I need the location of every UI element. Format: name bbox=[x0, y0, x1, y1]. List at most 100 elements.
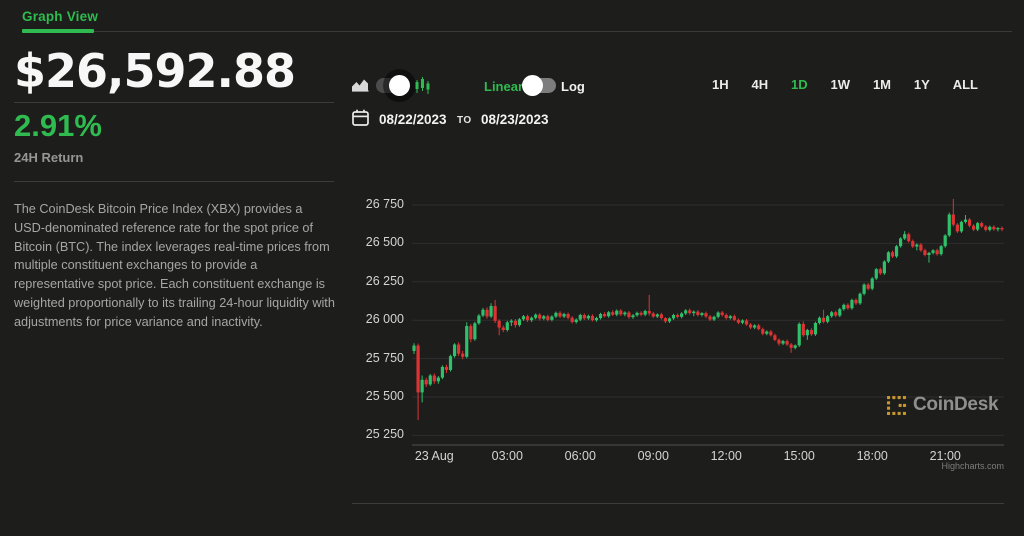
candle-body bbox=[538, 315, 541, 319]
candle-body bbox=[988, 227, 991, 230]
candle-body bbox=[668, 318, 671, 321]
candle-body bbox=[546, 316, 549, 320]
candle-body bbox=[964, 220, 967, 222]
candle-body bbox=[940, 246, 943, 254]
candle-body bbox=[952, 215, 955, 225]
candle-body bbox=[433, 375, 436, 381]
candle-body bbox=[761, 329, 764, 334]
candle-body bbox=[794, 345, 797, 347]
candle-body bbox=[765, 332, 768, 334]
candle-body bbox=[567, 314, 570, 318]
candle-body bbox=[781, 341, 784, 343]
candle-body bbox=[830, 312, 833, 316]
candle-body bbox=[656, 314, 659, 316]
candle-body bbox=[972, 226, 975, 230]
candle-body bbox=[850, 300, 853, 308]
candle-body bbox=[822, 318, 825, 322]
candle-body bbox=[595, 318, 598, 320]
candle-body bbox=[664, 318, 667, 321]
candle-body bbox=[854, 300, 857, 303]
candle-body bbox=[956, 225, 959, 232]
candle-body bbox=[554, 313, 557, 317]
chart-bottom-divider bbox=[352, 503, 1004, 504]
candle-body bbox=[960, 222, 963, 232]
candle-body bbox=[619, 311, 622, 315]
candle-body bbox=[522, 316, 525, 319]
candle-body bbox=[842, 305, 845, 309]
candle-body bbox=[627, 313, 630, 318]
candle-body bbox=[725, 315, 728, 318]
candle-body bbox=[871, 278, 874, 288]
candle-body bbox=[425, 380, 428, 385]
highcharts-credit[interactable]: Highcharts.com bbox=[904, 461, 1004, 471]
candle-body bbox=[688, 310, 691, 313]
candle-body bbox=[708, 317, 711, 320]
candle-body bbox=[449, 356, 452, 370]
candle-body bbox=[818, 318, 821, 323]
candle-body bbox=[777, 340, 780, 344]
candle-body bbox=[445, 367, 448, 370]
candle-body bbox=[907, 234, 910, 241]
x-axis-label: 06:00 bbox=[565, 449, 596, 463]
x-axis-label: 12:00 bbox=[711, 449, 742, 463]
candle-body bbox=[571, 318, 574, 322]
candle-body bbox=[558, 313, 561, 317]
candle-body bbox=[785, 341, 788, 344]
candle-body bbox=[591, 316, 594, 320]
candle-body bbox=[530, 318, 533, 320]
candle-body bbox=[518, 319, 521, 325]
candle-body bbox=[903, 234, 906, 238]
candle-body bbox=[875, 269, 878, 278]
candle-body bbox=[648, 311, 651, 313]
candle-body bbox=[980, 223, 983, 226]
coindesk-graph-view-page: Graph View $26,592.88 2.91% 24H Return T… bbox=[0, 0, 1024, 536]
candle-body bbox=[506, 322, 509, 330]
y-axis-label: 26 750 bbox=[340, 197, 404, 211]
candle-body bbox=[603, 314, 606, 316]
candle-body bbox=[489, 306, 492, 316]
candle-body bbox=[583, 315, 586, 318]
candle-body bbox=[992, 227, 995, 229]
x-axis-label: 09:00 bbox=[638, 449, 669, 463]
candle-body bbox=[769, 332, 772, 336]
candle-body bbox=[607, 312, 610, 316]
candle-body bbox=[858, 294, 861, 304]
candle-body bbox=[891, 252, 894, 256]
x-axis-label: 18:00 bbox=[857, 449, 888, 463]
candle-body bbox=[599, 314, 602, 318]
candle-body bbox=[931, 250, 934, 253]
candle-body bbox=[846, 305, 849, 308]
candle-body bbox=[745, 321, 748, 325]
candle-body bbox=[473, 323, 476, 339]
candle-body bbox=[587, 316, 590, 318]
y-axis-label: 25 250 bbox=[340, 427, 404, 441]
candle-body bbox=[721, 313, 724, 315]
candle-body bbox=[579, 315, 582, 320]
x-axis-label: 23 Aug bbox=[415, 449, 454, 463]
candle-body bbox=[741, 321, 744, 323]
candle-body bbox=[469, 326, 472, 339]
y-axis-label: 25 750 bbox=[340, 351, 404, 365]
candle-body bbox=[911, 241, 914, 246]
coindesk-watermark: CoinDesk bbox=[886, 394, 998, 416]
candle-body bbox=[421, 380, 424, 393]
candle-body bbox=[550, 317, 553, 320]
candle-body bbox=[790, 344, 793, 347]
candle-body bbox=[733, 316, 736, 320]
candle-body bbox=[948, 215, 951, 236]
candle-body bbox=[704, 313, 707, 316]
candle-body bbox=[863, 285, 866, 294]
candle-body bbox=[660, 314, 663, 318]
candle-body bbox=[899, 238, 902, 246]
candle-body bbox=[810, 330, 813, 334]
candle-body bbox=[498, 321, 501, 328]
candle-body bbox=[737, 320, 740, 323]
candle-body bbox=[441, 367, 444, 378]
candle-body bbox=[802, 324, 805, 335]
candle-body bbox=[826, 316, 829, 322]
candle-body bbox=[798, 324, 801, 346]
candle-body bbox=[676, 315, 679, 317]
candle-body bbox=[923, 250, 926, 255]
coindesk-logo-icon bbox=[886, 395, 907, 416]
candle-body bbox=[481, 310, 484, 316]
